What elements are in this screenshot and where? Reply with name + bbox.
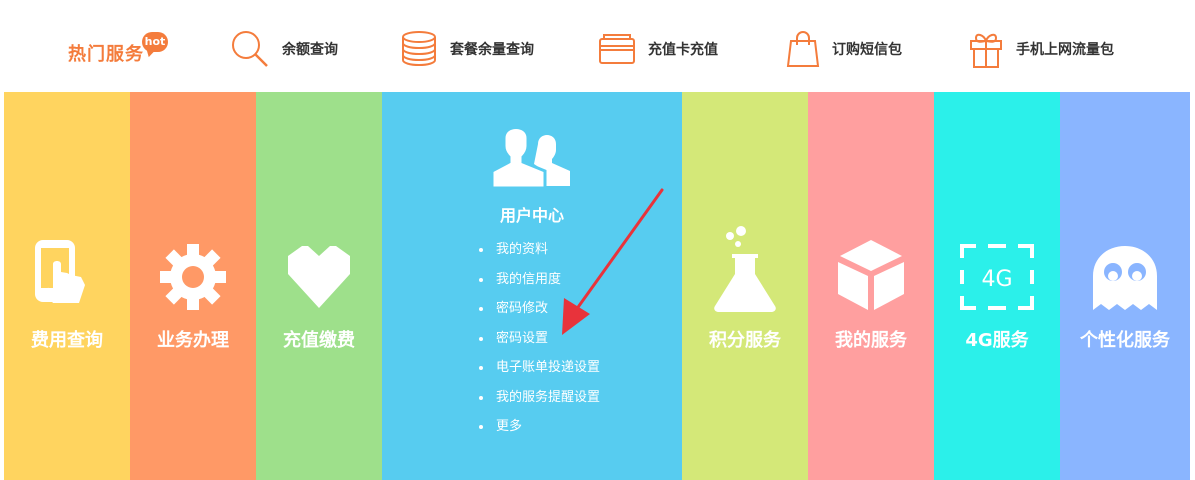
service-label: 充值卡充值 — [648, 42, 718, 58]
4g-icon-text: 4G — [981, 267, 1012, 292]
ghost-icon — [1093, 246, 1157, 310]
column-label: 4G服务 — [965, 330, 1029, 351]
column-label: 业务办理 — [157, 330, 229, 351]
service-label: 套餐余量查询 — [450, 42, 534, 58]
menu-item-e-bill-delivery[interactable]: 电子账单投递设置 — [478, 358, 600, 388]
column-business[interactable]: 业务办理 — [130, 92, 256, 480]
column-label: 我的服务 — [835, 330, 907, 351]
column-fee-query[interactable]: 费用查询 — [4, 92, 130, 480]
box-icon — [838, 240, 904, 310]
column-points[interactable]: 积分服务 — [682, 92, 808, 480]
phone-tap-icon — [35, 240, 85, 303]
annotation-arrow-icon — [562, 188, 664, 335]
magnifier-icon — [232, 31, 268, 67]
column-4g[interactable]: 4G 4G服务 — [934, 92, 1060, 480]
service-balance-query[interactable]: 余额查询 — [230, 30, 338, 68]
shopping-bag-icon — [786, 31, 820, 67]
gift-icon — [970, 33, 1002, 68]
coin-stack-icon — [402, 31, 436, 67]
service-label: 余额查询 — [282, 42, 338, 58]
hot-services-title: 热门服务 — [68, 44, 144, 65]
gear-icon — [160, 244, 226, 310]
flask-icon — [714, 226, 776, 312]
column-label: 充值缴费 — [283, 330, 355, 351]
column-label: 个性化服务 — [1080, 330, 1170, 351]
menu-item-more[interactable]: 更多 — [478, 417, 600, 447]
service-label: 手机上网流量包 — [1016, 42, 1114, 58]
service-package-remaining[interactable]: 套餐余量查询 — [400, 30, 534, 68]
heart-icon — [288, 246, 350, 308]
service-label: 订购短信包 — [832, 42, 902, 58]
service-data-package[interactable]: 手机上网流量包 — [968, 30, 1114, 68]
hot-services-bar: 热门服务 hot 余额查询 套餐余量查询 充值卡充值 订购短信包 手机上网流量包 — [0, 0, 1195, 92]
4g-icon: 4G — [960, 244, 1034, 310]
hot-badge: hot — [142, 32, 168, 52]
menu-item-service-reminder[interactable]: 我的服务提醒设置 — [478, 388, 600, 418]
service-recharge-card[interactable]: 充值卡充值 — [598, 30, 718, 68]
card-icon — [599, 34, 635, 64]
column-label: 费用查询 — [31, 330, 103, 351]
service-sms-package[interactable]: 订购短信包 — [786, 30, 902, 68]
column-my-services[interactable]: 我的服务 — [808, 92, 934, 480]
column-personalized[interactable]: 个性化服务 — [1060, 92, 1190, 480]
column-recharge[interactable]: 充值缴费 — [256, 92, 382, 480]
column-label: 积分服务 — [709, 330, 781, 351]
